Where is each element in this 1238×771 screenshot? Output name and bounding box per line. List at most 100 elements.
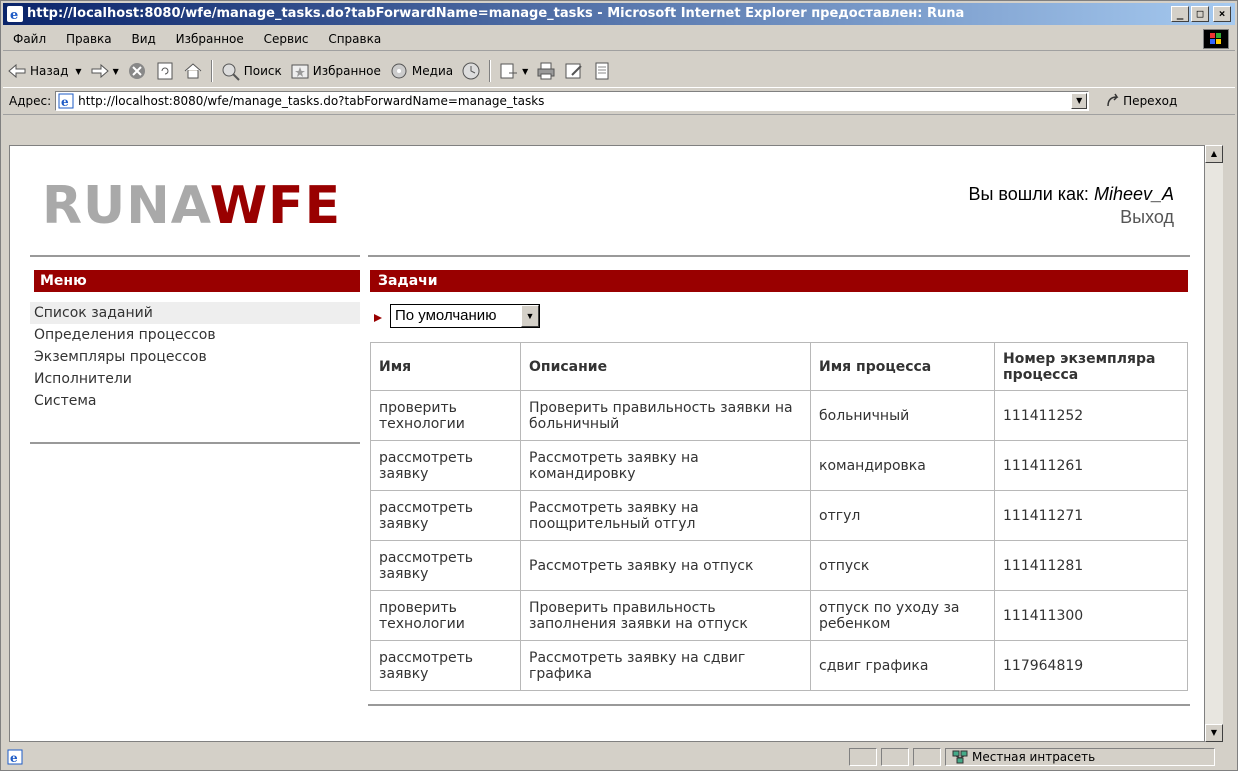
- task-process-cell[interactable]: отгул: [810, 490, 995, 541]
- task-description-cell[interactable]: Рассмотреть заявку на отпуск: [520, 540, 811, 591]
- search-button[interactable]: Поиск: [217, 58, 286, 84]
- menu-view[interactable]: Вид: [131, 27, 155, 51]
- table-row[interactable]: рассмотреть заявку Рассмотреть заявку на…: [370, 490, 1188, 541]
- menu-bar: Файл Правка Вид Избранное Сервис Справка: [3, 27, 1235, 51]
- chevron-down-icon[interactable]: ▼: [521, 305, 539, 327]
- back-arrow-icon: [8, 63, 26, 79]
- task-description-cell[interactable]: Рассмотреть заявку на сдвиг графика: [520, 640, 811, 691]
- column-header-name[interactable]: Имя: [370, 342, 521, 391]
- table-row[interactable]: проверить технологии Проверить правильно…: [370, 590, 1188, 641]
- history-icon: [462, 62, 480, 80]
- address-input[interactable]: e http://localhost:8080/wfe/manage_tasks…: [55, 90, 1090, 111]
- menu-file[interactable]: Файл: [13, 27, 46, 51]
- toolbar: Назад ▼ ▼ Поиск Избранное Медиа ▼ Адрес:…: [3, 53, 1235, 115]
- favorites-button[interactable]: Избранное: [286, 58, 385, 84]
- edit-icon: [565, 63, 582, 79]
- filter-select[interactable]: По умолчанию ▼: [390, 304, 540, 328]
- task-description-cell[interactable]: Рассмотреть заявку на поощрительный отгу…: [520, 490, 811, 541]
- favorites-label: Избранное: [312, 64, 381, 78]
- task-name-cell[interactable]: рассмотреть заявку: [370, 440, 521, 491]
- toolbar-separator: [210, 60, 213, 82]
- sidebar-menu: Список заданий Определения процессов Экз…: [30, 302, 360, 412]
- vertical-scrollbar[interactable]: ▲ ▼: [1205, 145, 1223, 742]
- logo-part-wfe: WFE: [209, 176, 342, 236]
- column-header-instance-id[interactable]: Номер экземпляра процесса: [994, 342, 1188, 391]
- scroll-up-icon[interactable]: ▲: [1205, 145, 1223, 163]
- task-instance-cell[interactable]: 111411300: [994, 590, 1188, 641]
- status-segment: [849, 748, 877, 766]
- address-url: http://localhost:8080/wfe/manage_tasks.d…: [78, 93, 545, 108]
- runawfe-logo: RUNAWFE: [42, 176, 341, 236]
- sidebar-item-process-instances[interactable]: Экземпляры процессов: [30, 346, 360, 368]
- task-instance-cell[interactable]: 111411281: [994, 540, 1188, 591]
- printer-icon: [537, 62, 555, 80]
- menu-edit[interactable]: Правка: [66, 27, 112, 51]
- address-dropdown-icon[interactable]: ▼: [1071, 92, 1088, 109]
- table-row[interactable]: рассмотреть заявку Рассмотреть заявку на…: [370, 640, 1188, 691]
- task-process-cell[interactable]: отпуск по уходу за ребенком: [810, 590, 995, 641]
- task-instance-cell[interactable]: 111411252: [994, 390, 1188, 441]
- refresh-button[interactable]: [151, 58, 179, 84]
- sidebar-item-task-list[interactable]: Список заданий: [30, 302, 360, 324]
- discuss-button[interactable]: [588, 58, 616, 84]
- close-button[interactable]: ×: [1213, 6, 1231, 22]
- task-process-cell[interactable]: больничный: [810, 390, 995, 441]
- browser-window: e http://localhost:8080/wfe/manage_tasks…: [0, 0, 1238, 771]
- table-row[interactable]: рассмотреть заявку Рассмотреть заявку на…: [370, 540, 1188, 591]
- forward-arrow-icon: [91, 63, 109, 79]
- task-description-cell[interactable]: Проверить правильность заявки на больнич…: [520, 390, 811, 441]
- stop-button[interactable]: [123, 58, 151, 84]
- svg-text:e: e: [61, 95, 69, 109]
- forward-button[interactable]: ▼: [86, 58, 123, 84]
- task-name-cell[interactable]: проверить технологии: [370, 590, 521, 641]
- home-button[interactable]: [179, 58, 207, 84]
- task-name-cell[interactable]: рассмотреть заявку: [370, 540, 521, 591]
- login-info: Вы вошли как: Miheev_A Выход: [968, 184, 1174, 228]
- column-header-description[interactable]: Описание: [520, 342, 811, 391]
- triangle-right-icon[interactable]: [374, 314, 382, 322]
- divider: [368, 255, 1190, 257]
- back-button[interactable]: Назад ▼: [3, 58, 86, 84]
- task-description-cell[interactable]: Проверить правильность заполнения заявки…: [520, 590, 811, 641]
- column-header-process-name[interactable]: Имя процесса: [810, 342, 995, 391]
- home-icon: [184, 63, 202, 79]
- media-button[interactable]: Медиа: [385, 58, 457, 84]
- search-label: Поиск: [243, 64, 282, 78]
- table-row[interactable]: рассмотреть заявку Рассмотреть заявку на…: [370, 440, 1188, 491]
- sidebar-item-system[interactable]: Система: [30, 390, 360, 412]
- scroll-down-icon[interactable]: ▼: [1205, 724, 1223, 742]
- history-button[interactable]: [457, 58, 485, 84]
- chevron-down-icon[interactable]: ▼: [113, 67, 119, 76]
- status-bar: e Местная интрасеть: [3, 746, 1235, 768]
- go-button[interactable]: Переход: [1105, 93, 1177, 109]
- chevron-down-icon[interactable]: ▼: [522, 67, 528, 76]
- task-instance-cell[interactable]: 111411271: [994, 490, 1188, 541]
- menu-favorites[interactable]: Избранное: [176, 27, 244, 51]
- minimize-button[interactable]: _: [1171, 6, 1189, 22]
- task-name-cell[interactable]: рассмотреть заявку: [370, 490, 521, 541]
- menu-tools[interactable]: Сервис: [264, 27, 309, 51]
- sidebar-item-executors[interactable]: Исполнители: [30, 368, 360, 390]
- task-instance-cell[interactable]: 111411261: [994, 440, 1188, 491]
- chevron-down-icon[interactable]: ▼: [75, 67, 81, 76]
- task-instance-cell[interactable]: 117964819: [994, 640, 1188, 691]
- page-content: RUNAWFE Вы вошли как: Miheev_A Выход Мен…: [9, 145, 1205, 742]
- table-row[interactable]: проверить технологии Проверить правильно…: [370, 390, 1188, 441]
- edit-button[interactable]: [560, 58, 588, 84]
- address-bar: Адрес: e http://localhost:8080/wfe/manag…: [3, 87, 1235, 113]
- task-process-cell[interactable]: сдвиг графика: [810, 640, 995, 691]
- media-label: Медиа: [411, 64, 454, 78]
- task-name-cell[interactable]: проверить технологии: [370, 390, 521, 441]
- task-process-cell[interactable]: отпуск: [810, 540, 995, 591]
- task-name-cell[interactable]: рассмотреть заявку: [370, 640, 521, 691]
- print-button[interactable]: [532, 58, 560, 84]
- filter-bar: По умолчанию ▼: [374, 304, 540, 328]
- sidebar-item-process-definitions[interactable]: Определения процессов: [30, 324, 360, 346]
- logout-link[interactable]: Выход: [968, 207, 1174, 228]
- task-process-cell[interactable]: командировка: [810, 440, 995, 491]
- menu-help[interactable]: Справка: [328, 27, 381, 51]
- maximize-button[interactable]: □: [1191, 6, 1209, 22]
- document-icon: [595, 62, 609, 80]
- task-description-cell[interactable]: Рассмотреть заявку на командировку: [520, 440, 811, 491]
- mail-button[interactable]: ▼: [495, 58, 532, 84]
